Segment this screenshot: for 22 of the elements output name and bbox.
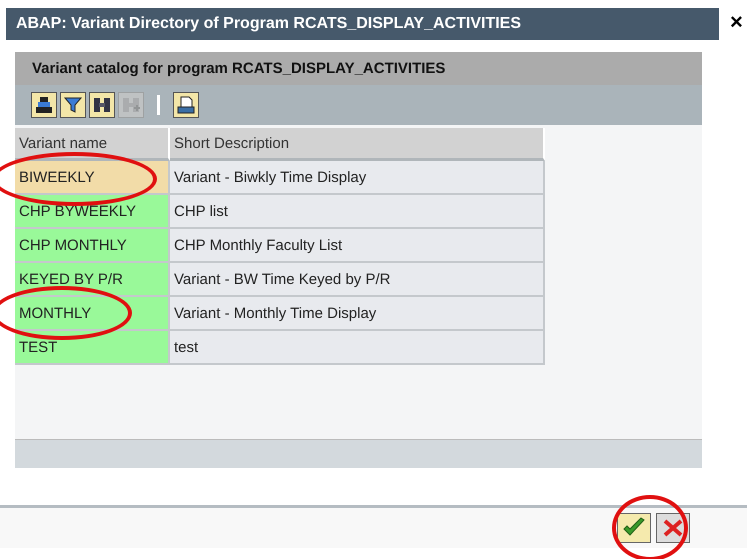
panel-title: Variant catalog for program RCATS_DISPLAY_ACTIVITIES [32, 60, 446, 77]
variant-name-cell[interactable]: TEST [15, 331, 170, 365]
window-title: ABAP: Variant Directory of Program RCATS_DISPLAY_ACTIVITIES [16, 15, 521, 33]
toolbar-separator [157, 95, 160, 115]
description-cell: Variant - Biwkly Time Display [170, 161, 545, 195]
description-cell: Variant - Monthly Time Display [170, 297, 545, 331]
sort-icon[interactable] [31, 92, 57, 118]
description-cell: CHP Monthly Faculty List [170, 229, 545, 263]
binoculars-icon[interactable] [89, 92, 115, 118]
variant-name-cell[interactable]: BIWEEKLY [15, 161, 170, 195]
column-header[interactable]: Short Description [170, 128, 545, 161]
filter-icon[interactable] [60, 92, 86, 118]
description-cell: test [170, 331, 545, 365]
variant-name-cell[interactable]: CHP BYWEEKLY [15, 195, 170, 229]
description-cell: CHP list [170, 195, 545, 229]
column-header[interactable]: Variant name [15, 128, 170, 161]
confirm-button[interactable] [617, 513, 651, 543]
print-icon[interactable] [173, 92, 199, 118]
variant-name-cell[interactable]: MONTHLY [15, 297, 170, 331]
variant-name-cell[interactable]: CHP MONTHLY [15, 229, 170, 263]
variant-name-cell[interactable]: KEYED BY P/R [15, 263, 170, 297]
description-cell: Variant - BW Time Keyed by P/R [170, 263, 545, 297]
